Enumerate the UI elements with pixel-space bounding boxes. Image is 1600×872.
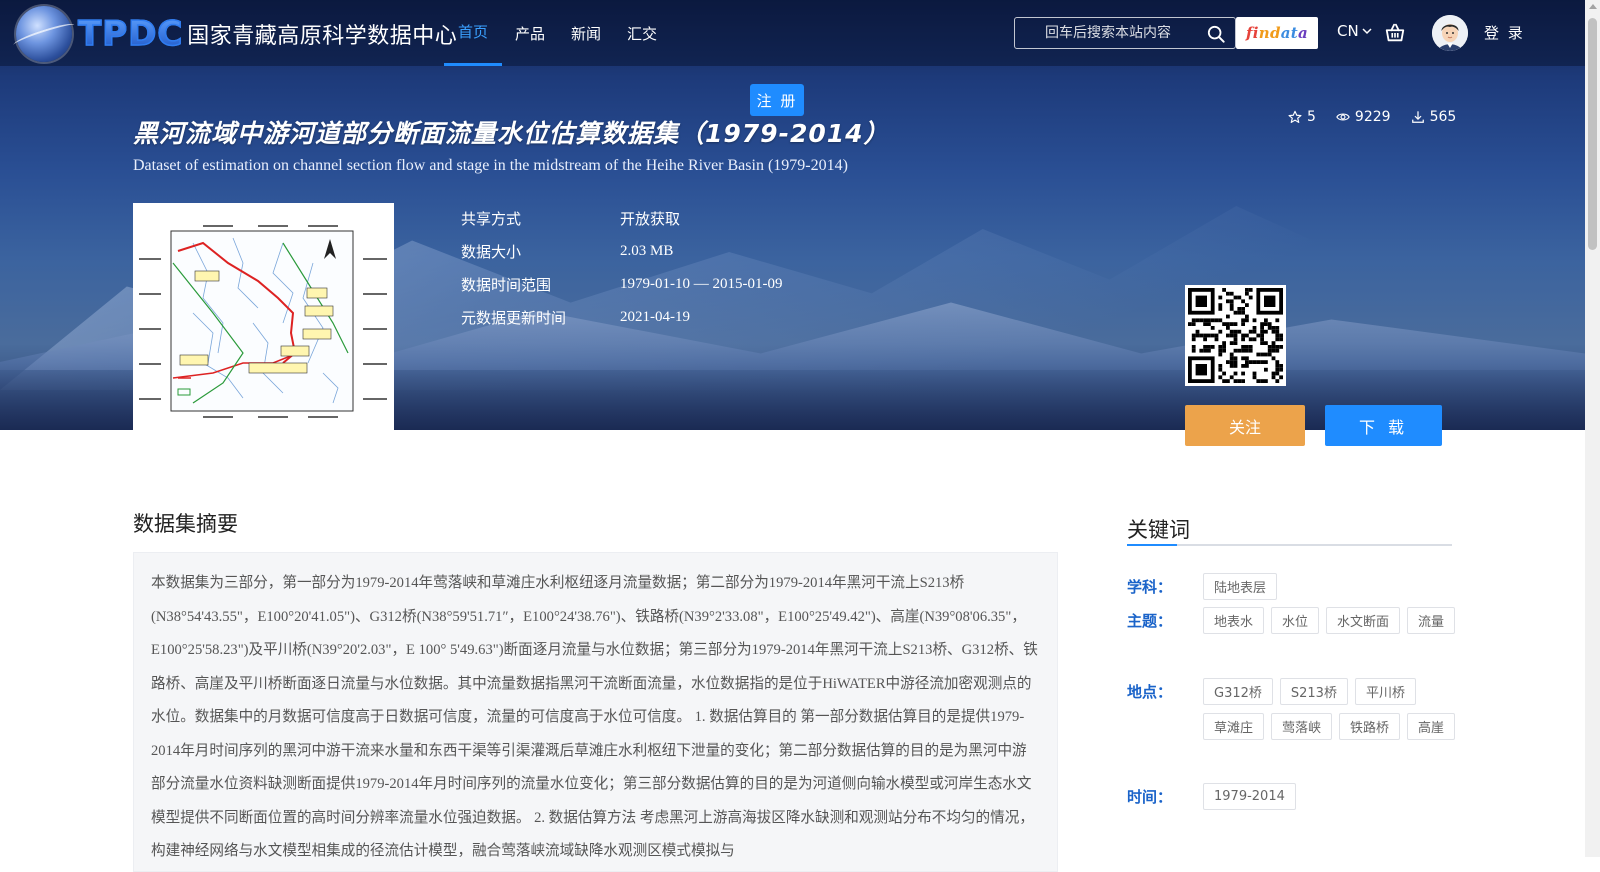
keyword-group-time: 时间： 1979-2014 — [1127, 783, 1458, 810]
meta-value-updated: 2021-04-19 — [620, 309, 690, 325]
scroll-up-icon[interactable] — [1589, 4, 1597, 9]
keyword-group-discipline: 学科： 陆地表层 — [1127, 573, 1458, 600]
nav-submit[interactable]: 汇交 — [614, 0, 670, 66]
view-count: 9229 — [1354, 109, 1391, 125]
globe-logo-icon — [16, 6, 72, 62]
keyword-label: 学科： — [1127, 578, 1173, 596]
findata-part-3: at — [1280, 24, 1298, 42]
keyword-tag[interactable]: 高崖 — [1407, 713, 1456, 740]
qr-code — [1185, 285, 1286, 386]
avatar[interactable] — [1432, 15, 1468, 51]
search-box — [1014, 17, 1236, 49]
meta-row: 共享方式 开放获取 — [461, 202, 782, 235]
page-scrollbar[interactable] — [1585, 0, 1600, 857]
keyword-label: 主题： — [1127, 612, 1173, 630]
meta-value-sharing: 开放获取 — [620, 210, 681, 228]
abstract-heading: 数据集摘要 — [133, 512, 238, 536]
keyword-tag[interactable]: S213桥 — [1279, 678, 1348, 705]
findata-part-4: a — [1297, 24, 1309, 42]
keyword-tags: 地表水 水位 水文断面 流量 — [1203, 607, 1458, 634]
language-label: CN — [1337, 22, 1359, 40]
abstract-text: 本数据集为三部分，第一部分为1979-2014年莺落峡和草滩庄水利枢纽逐月流量数… — [151, 575, 1038, 859]
star-count: 5 — [1307, 109, 1316, 125]
findata-part-1: fi — [1245, 24, 1259, 42]
keyword-tag[interactable]: 水位 — [1271, 607, 1320, 634]
keyword-tag[interactable]: 草滩庄 — [1203, 713, 1265, 740]
meta-label-time-range: 数据时间范围 — [461, 276, 552, 294]
keyword-tag[interactable]: G312桥 — [1203, 678, 1273, 705]
keyword-label: 地点： — [1127, 683, 1173, 701]
findata-part-2: nd — [1258, 24, 1281, 42]
qr-code-icon — [1188, 288, 1283, 383]
meta-value-time-range: 1979-01-10 — 2015-01-09 — [620, 276, 783, 292]
eye-icon — [1336, 113, 1350, 121]
keyword-tags: G312桥 S213桥 平川桥 草滩庄 莺落峡 铁路桥 高崖 — [1203, 678, 1458, 740]
nav-home-label: 首页 — [458, 22, 489, 41]
meta-row: 数据时间范围 1979-01-10 — 2015-01-09 — [461, 268, 782, 301]
meta-row: 数据大小 2.03 MB — [461, 235, 782, 268]
meta-value-size: 2.03 MB — [620, 243, 674, 259]
river-map-image — [133, 203, 394, 430]
keyword-tags: 1979-2014 — [1203, 783, 1458, 810]
nav-submit-label: 汇交 — [627, 24, 658, 43]
register-button[interactable]: 注 册 — [750, 84, 804, 116]
keyword-tag[interactable]: 陆地表层 — [1203, 573, 1278, 600]
site-logo[interactable]: TPDC 国家青藏高原科学数据中心 — [16, 4, 457, 64]
chevron-down-icon — [1362, 28, 1372, 35]
nav-news-label: 新闻 — [571, 24, 602, 43]
download-stat: 565 — [1411, 109, 1457, 125]
dataset-stats: 5 9229 565 — [1288, 109, 1456, 125]
star-stat[interactable]: 5 — [1288, 109, 1316, 125]
keywords-divider — [1127, 544, 1452, 546]
keyword-tags: 陆地表层 — [1203, 573, 1458, 600]
nav-news[interactable]: 新闻 — [558, 0, 614, 66]
keyword-tag[interactable]: 流量 — [1407, 607, 1456, 634]
search-icon[interactable] — [1207, 25, 1225, 43]
user-avatar-icon — [1432, 15, 1468, 51]
abstract-box: 本数据集为三部分，第一部分为1979-2014年莺落峡和草滩庄水利枢纽逐月流量数… — [133, 552, 1058, 872]
keyword-tag[interactable]: 地表水 — [1203, 607, 1265, 634]
basket-icon[interactable] — [1384, 22, 1406, 44]
scrollbar-thumb[interactable] — [1588, 18, 1597, 250]
keyword-tag[interactable]: 水文断面 — [1326, 607, 1401, 634]
keyword-tag[interactable]: 莺落峡 — [1271, 713, 1333, 740]
view-stat: 9229 — [1336, 109, 1391, 125]
findata-button[interactable]: fi nd at a — [1236, 17, 1318, 49]
dataset-meta: 共享方式 开放获取 数据大小 2.03 MB 数据时间范围 1979-01-10… — [461, 202, 782, 334]
login-link[interactable]: 登 录 — [1484, 22, 1525, 43]
meta-label-sharing: 共享方式 — [461, 210, 522, 228]
keyword-tag[interactable]: 1979-2014 — [1203, 783, 1296, 810]
download-button[interactable]: 下 载 — [1325, 405, 1442, 446]
keyword-tag[interactable]: 平川桥 — [1354, 678, 1416, 705]
dataset-title-en: Dataset of estimation on channel section… — [133, 157, 848, 174]
meta-row: 元数据更新时间 2021-04-19 — [461, 301, 782, 334]
keyword-group-place: 地点： G312桥 S213桥 平川桥 草滩庄 莺落峡 铁路桥 高崖 — [1127, 678, 1458, 740]
search-input[interactable] — [1045, 25, 1195, 41]
star-icon — [1288, 110, 1302, 123]
keyword-label: 时间： — [1127, 788, 1173, 806]
dataset-thumbnail[interactable] — [133, 203, 394, 430]
keyword-tag[interactable]: 铁路桥 — [1339, 713, 1401, 740]
nav-home[interactable]: 首页 — [444, 0, 503, 66]
keywords-heading: 关键词 — [1127, 518, 1190, 542]
language-selector[interactable]: CN — [1337, 22, 1373, 40]
nav-products[interactable]: 产品 — [502, 0, 558, 66]
download-count: 565 — [1429, 109, 1457, 125]
logo-title: 国家青藏高原科学数据中心 — [187, 24, 458, 49]
main-nav: 首页 产品 新闻 汇交 — [444, 0, 670, 66]
nav-products-label: 产品 — [515, 24, 546, 43]
meta-label-size: 数据大小 — [461, 243, 522, 261]
meta-label-updated: 元数据更新时间 — [461, 309, 567, 327]
logo-abbr: TPDC — [77, 13, 184, 55]
keyword-group-theme: 主题： 地表水 水位 水文断面 流量 — [1127, 607, 1458, 634]
follow-button[interactable]: 关注 — [1185, 405, 1305, 446]
dataset-title-cn: 黑河流域中游河道部分断面流量水位估算数据集（1979-2014） — [133, 119, 890, 148]
download-icon — [1411, 111, 1424, 123]
